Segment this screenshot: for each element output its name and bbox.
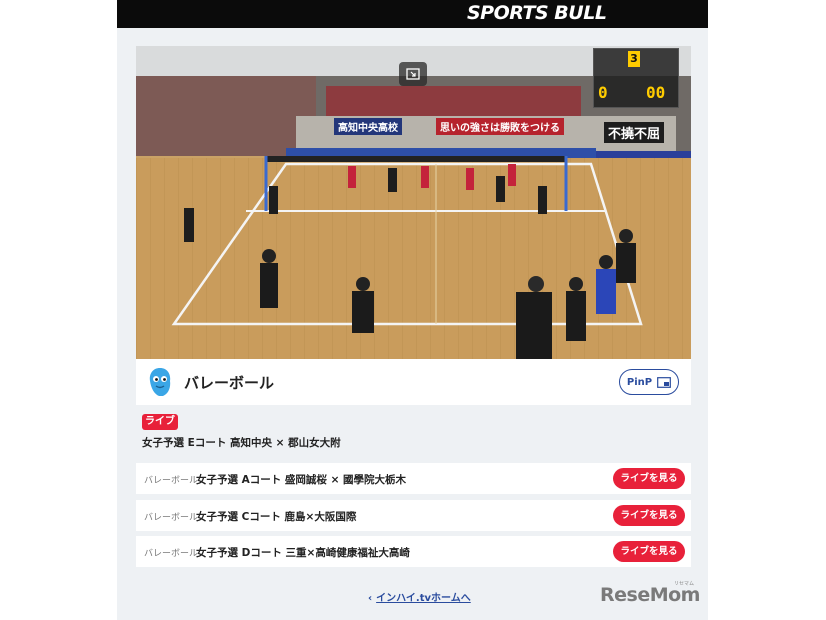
match-sport: バレーボール	[144, 513, 199, 523]
banner-motto: 思いの強さは勝敗をつける	[436, 118, 564, 135]
scoreboard-set: 3	[628, 51, 640, 67]
video-player[interactable]: 高知中央高校 思いの強さは勝敗をつける 不撓不屈 3 0 00	[136, 46, 691, 359]
scoreboard-score-right: 00	[646, 83, 666, 102]
resemom-logo-kana: リセマム	[674, 581, 695, 587]
top-header: SPORTS BULL	[117, 0, 708, 28]
now-live-title: 女子予選 Eコート 高知中央 × 郡山女大附	[142, 437, 341, 449]
banner-futou: 不撓不屈	[604, 122, 665, 143]
home-link-label: インハイ.tvホームへ	[376, 593, 471, 604]
home-link[interactable]: ‹ インハイ.tvホームへ	[368, 589, 471, 604]
video-title-bar: バレーボール PinP	[136, 359, 691, 405]
watch-live-button[interactable]: ライブを見る	[613, 541, 685, 562]
scoreboard: 3 0 00	[593, 48, 679, 108]
scoreboard-score-left: 0	[598, 83, 608, 102]
mascot-icon	[149, 368, 171, 396]
match-row[interactable]: バレーボール 女子予選 Aコート 盛岡誠桜 × 國學院大栃木 ライブを見る	[136, 463, 691, 494]
pinp-button[interactable]: PinP	[619, 369, 679, 395]
sport-title: バレーボール	[184, 374, 275, 392]
match-sport: バレーボール	[144, 549, 199, 559]
pinp-label: PinP	[626, 376, 653, 388]
pip-overlay-button[interactable]	[399, 62, 427, 86]
sports-bull-logo[interactable]: SPORTS BULL	[467, 2, 607, 24]
match-title: 女子予選 Dコート 三重×高崎健康福祉大高崎	[196, 547, 410, 559]
chevron-left-icon: ‹	[368, 593, 373, 604]
watch-live-button[interactable]: ライブを見る	[613, 468, 685, 489]
match-row[interactable]: バレーボール 女子予選 Cコート 鹿島×大阪国際 ライブを見る	[136, 500, 691, 531]
banner-kochi: 高知中央高校	[334, 118, 402, 135]
match-row[interactable]: バレーボール 女子予選 Dコート 三重×高崎健康福祉大高崎 ライブを見る	[136, 536, 691, 567]
match-title: 女子予選 Aコート 盛岡誠桜 × 國學院大栃木	[196, 474, 407, 486]
watch-live-button[interactable]: ライブを見る	[613, 505, 685, 526]
pinp-icon	[657, 376, 672, 388]
pip-expand-icon	[406, 68, 420, 80]
live-badge: ライブ	[142, 414, 178, 430]
match-title: 女子予選 Cコート 鹿島×大阪国際	[196, 511, 357, 523]
match-sport: バレーボール	[144, 476, 199, 486]
resemom-logo: ReseMom	[600, 584, 700, 606]
